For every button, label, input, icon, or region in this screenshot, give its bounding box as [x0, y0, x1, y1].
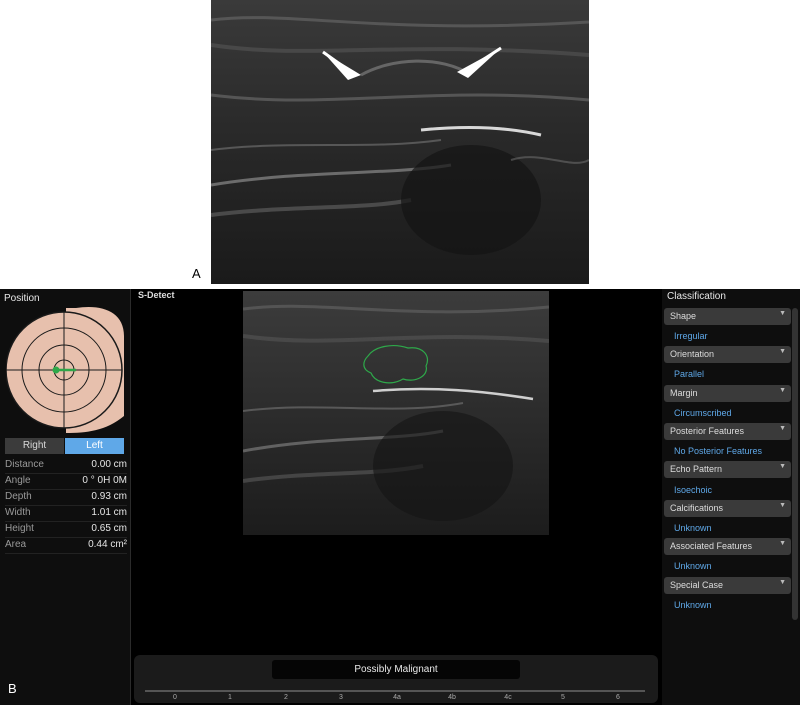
measurement-row: Width 1.01 cm [5, 505, 127, 522]
panel-b-label: B [8, 681, 17, 696]
measurement-label: Angle [5, 475, 31, 486]
classification-dropdown-special-case[interactable]: Special Case ▼ [664, 577, 791, 594]
chevron-down-icon: ▼ [779, 348, 786, 355]
chevron-down-icon: ▼ [779, 579, 786, 586]
classification-value: No Posterior Features [674, 446, 763, 456]
chevron-down-icon: ▼ [779, 463, 786, 470]
measurement-value: 0.93 cm [91, 491, 127, 502]
classification-value: Isoechoic [674, 485, 713, 495]
classification-label: Special Case [670, 580, 724, 590]
classification-value: Irregular [674, 331, 708, 341]
chevron-down-icon: ▼ [779, 425, 786, 432]
classification-label: Associated Features [670, 541, 753, 551]
category-scale-bar [145, 690, 645, 692]
classification-scrollbar[interactable] [792, 308, 798, 620]
ultrasound-a-graphic [211, 0, 589, 284]
result-label: Possibly Malignant [272, 660, 520, 679]
classification-label: Orientation [670, 349, 715, 359]
measurement-value: 1.01 cm [91, 507, 127, 518]
breast-position-diagram [5, 306, 124, 433]
scale-tick: 1 [228, 694, 232, 701]
right-side-button[interactable]: Right [5, 438, 64, 454]
measurement-label: Distance [5, 459, 44, 470]
scale-tick: 0 [173, 694, 177, 701]
measurement-value: 0 ° 0H 0M [82, 475, 127, 486]
measurement-row: Area 0.44 cm² [5, 537, 127, 554]
scale-tick: 4c [504, 694, 512, 701]
classification-dropdown-echo-pattern[interactable]: Echo Pattern ▼ [664, 461, 791, 478]
classification-dropdown-calcifications[interactable]: Calcifications ▼ [664, 500, 791, 517]
ultrasound-image-a [211, 0, 589, 284]
position-title: Position [4, 293, 40, 304]
scale-tick: 6 [616, 694, 620, 701]
scale-tick: 3 [339, 694, 343, 701]
panel-a-label: A [192, 266, 201, 281]
classification-dropdown-orientation[interactable]: Orientation ▼ [664, 346, 791, 363]
measurement-value: 0.65 cm [91, 523, 127, 534]
measurement-label: Area [5, 539, 27, 550]
measurement-row: Depth 0.93 cm [5, 489, 127, 506]
chevron-down-icon: ▼ [779, 502, 786, 509]
chevron-down-icon: ▼ [779, 310, 786, 317]
scale-tick: 4b [448, 694, 456, 701]
classification-dropdown-associated-features[interactable]: Associated Features ▼ [664, 538, 791, 555]
scale-tick: 4a [393, 694, 401, 701]
chevron-down-icon: ▼ [779, 387, 786, 394]
classification-title: Classification [667, 291, 726, 302]
classification-label: Posterior Features [670, 426, 745, 436]
classification-value: Unknown [674, 600, 712, 610]
measurement-row: Angle 0 ° 0H 0M [5, 473, 127, 490]
scale-tick: 5 [561, 694, 565, 701]
classification-value: Unknown [674, 523, 712, 533]
classification-value: Circumscribed [674, 408, 732, 418]
measurement-value: 0.44 cm² [88, 539, 127, 550]
classification-dropdown-shape[interactable]: Shape ▼ [664, 308, 791, 325]
classification-label: Margin [670, 388, 698, 398]
chevron-down-icon: ▼ [779, 540, 786, 547]
left-side-button[interactable]: Left [65, 438, 124, 454]
ultrasound-image-b [243, 291, 549, 535]
classification-label: Echo Pattern [670, 464, 723, 474]
measurement-label: Height [5, 523, 34, 534]
classification-dropdown-posterior-features[interactable]: Posterior Features ▼ [664, 423, 791, 440]
ultrasound-b-graphic [243, 291, 549, 535]
classification-dropdown-margin[interactable]: Margin ▼ [664, 385, 791, 402]
measurement-label: Depth [5, 491, 32, 502]
scale-tick: 2 [284, 694, 288, 701]
measurement-value: 0.00 cm [91, 459, 127, 470]
s-detect-mode-label: S-Detect [138, 290, 175, 300]
classification-value: Unknown [674, 561, 712, 571]
classification-value: Parallel [674, 369, 705, 379]
classification-label: Shape [670, 311, 697, 321]
measurement-row: Height 0.65 cm [5, 521, 127, 538]
classification-label: Calcifications [670, 503, 724, 513]
measurement-row: Distance 0.00 cm [5, 457, 127, 474]
measurement-label: Width [5, 507, 31, 518]
